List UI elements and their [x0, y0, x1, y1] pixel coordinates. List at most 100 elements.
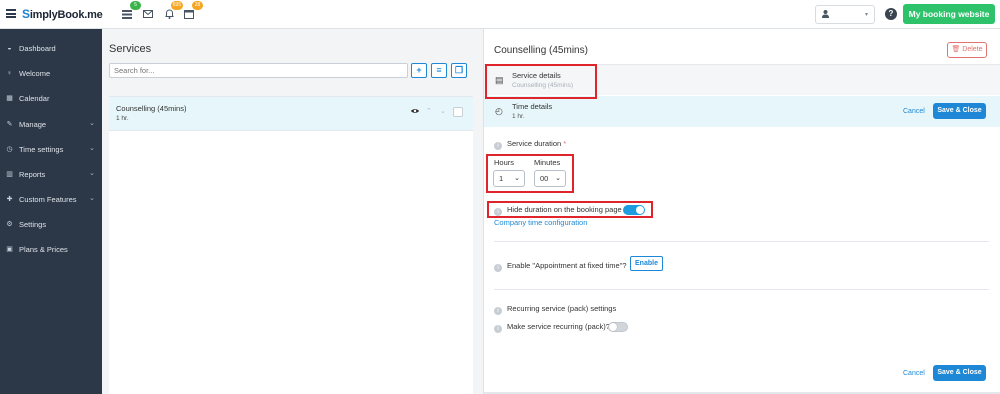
service-duration-text: Service duration — [507, 139, 562, 148]
company-time-configuration-link[interactable]: Company time configuration — [494, 218, 587, 227]
sidebar-item-time-settings[interactable]: ◷ Time settings ⌄ — [0, 142, 102, 156]
minutes-value: 00 — [540, 174, 549, 183]
minutes-select[interactable]: 00 ⌄ — [534, 170, 566, 187]
sidebar-item-welcome[interactable]: ♀ Welcome — [0, 66, 102, 80]
sidebar-item-calendar[interactable]: ▦ Calendar — [0, 91, 102, 105]
toggle-knob — [636, 206, 644, 214]
recurring-settings-label: i Recurring service (pack) settings — [494, 304, 616, 315]
time-details-section[interactable]: ◴ Time details 1 hr. Cancel Save & Close — [484, 96, 1000, 127]
cancel-link-bottom[interactable]: Cancel — [903, 370, 925, 377]
cogs-icon: ⚙ — [6, 221, 13, 228]
recurring-text: Make service recurring (pack)? — [507, 322, 610, 331]
money-icon: ▣ — [6, 246, 13, 253]
sidebar-item-reports[interactable]: ▥ Reports ⌄ — [0, 167, 102, 181]
sidebar-item-label: Calendar — [19, 93, 50, 103]
list-view-button[interactable]: ≡ — [431, 63, 447, 78]
service-duration-label: i Service duration * — [494, 139, 566, 150]
info-icon: i — [494, 325, 502, 333]
sidebar-item-label: Settings — [19, 219, 47, 229]
hide-duration-toggle[interactable] — [623, 205, 645, 215]
clock-icon: ◴ — [495, 106, 503, 116]
services-title: Services — [109, 43, 152, 55]
time-details-label: Time details — [512, 102, 553, 111]
time-details-sub: 1 hr. — [512, 113, 525, 120]
info-icon: i — [494, 208, 502, 216]
sidebar-item-manage[interactable]: ✎ Manage ⌄ — [0, 117, 102, 131]
toggle-knob — [609, 323, 617, 331]
dashboard-icon: ◒ — [7, 44, 12, 52]
pencil-icon: ✎ — [6, 121, 13, 128]
logo[interactable]: SimplyBook.me — [22, 7, 103, 21]
hide-duration-text: Hide duration on the booking page — [507, 205, 622, 214]
chevron-up-icon[interactable]: ⌃ — [426, 107, 432, 115]
envelope-icon[interactable] — [141, 7, 155, 21]
details-panel: Counselling (45mins) 🗑 Delete ▤ Service … — [483, 29, 1000, 394]
sidebar-item-label: Plans & Prices — [19, 244, 68, 254]
chevron-down-icon[interactable]: ⌄ — [440, 107, 446, 115]
sidebar: ◒ Dashboard ♀ Welcome ▦ Calendar ✎ Manag… — [0, 29, 102, 394]
services-list-area — [109, 131, 473, 394]
info-icon: i — [494, 142, 502, 150]
lightbulb-icon: ♀ — [6, 69, 13, 77]
hide-duration-label: i Hide duration on the booking page — [494, 205, 622, 216]
fixed-time-text: Enable "Appointment at fixed time"? — [507, 261, 627, 270]
hours-label: Hours — [494, 158, 515, 167]
sidebar-item-label: Dashboard — [19, 43, 56, 53]
my-booking-website-button[interactable]: My booking website — [903, 4, 995, 24]
puzzle-icon: ✚ — [6, 196, 13, 203]
row-checkbox[interactable] — [453, 107, 463, 117]
service-details-section[interactable]: ▤ Service details Counselling (45mins) — [484, 64, 1000, 95]
enable-fixed-time-button[interactable]: Enable — [630, 256, 663, 271]
search-input[interactable] — [109, 63, 408, 78]
service-row[interactable]: Counselling (45mins) 1 hr. ⌃ ⌄ — [109, 96, 473, 131]
help-icon[interactable]: ? — [885, 8, 897, 20]
delete-button[interactable]: 🗑 Delete — [947, 42, 987, 58]
chevron-down-icon: ⌄ — [89, 195, 95, 202]
eye-icon[interactable] — [411, 108, 419, 116]
list-badge: 5 — [130, 1, 141, 10]
bell-icon[interactable]: 695 — [162, 1, 183, 21]
copy-button[interactable]: ❐ — [451, 63, 467, 78]
chevron-down-icon: ⌄ — [514, 175, 520, 182]
menu-icon[interactable] — [6, 9, 16, 18]
calendar-icon: ▦ — [6, 95, 13, 102]
info-icon: i — [494, 307, 502, 315]
logo-suffix: .me — [84, 9, 103, 21]
recurring-settings-text: Recurring service (pack) settings — [507, 304, 617, 313]
info-icon: i — [494, 264, 502, 272]
sidebar-item-settings[interactable]: ⚙ Settings — [0, 217, 102, 231]
calendar-icon[interactable]: 28 — [182, 1, 203, 21]
chevron-down-icon: ▾ — [864, 12, 868, 18]
details-title: Counselling (45mins) — [494, 45, 588, 56]
document-icon: ▤ — [495, 75, 504, 85]
divider — [494, 241, 989, 242]
required-mark: * — [563, 139, 567, 148]
recurring-toggle[interactable] — [608, 322, 628, 332]
chevron-down-icon: ⌄ — [89, 120, 95, 127]
minutes-label: Minutes — [534, 158, 561, 167]
sidebar-item-label: Time settings — [19, 144, 64, 154]
hours-select[interactable]: 1 ⌄ — [493, 170, 525, 187]
chevron-down-icon: ⌄ — [555, 175, 561, 182]
sidebar-item-custom-features[interactable]: ✚ Custom Features ⌄ — [0, 192, 102, 206]
service-name: Counselling (45mins) — [116, 104, 187, 113]
top-bar: SimplyBook.me 5 695 28 ▾ ? My booking we… — [0, 0, 1000, 29]
clock-icon: ◷ — [6, 146, 13, 153]
service-duration: 1 hr. — [116, 115, 129, 122]
add-service-button[interactable]: + — [411, 63, 427, 78]
sidebar-item-label: Custom Features — [19, 194, 77, 204]
sidebar-item-label: Welcome — [19, 68, 51, 78]
list-icon[interactable]: 5 — [120, 1, 141, 21]
hours-value: 1 — [499, 174, 504, 183]
services-panel: Services + ≡ ❐ Counselling (45mins) 1 hr… — [102, 29, 483, 394]
save-close-button[interactable]: Save & Close — [933, 103, 986, 119]
calendar-badge: 28 — [192, 1, 203, 10]
save-close-button-bottom[interactable]: Save & Close — [933, 365, 986, 381]
sidebar-item-plans-prices[interactable]: ▣ Plans & Prices — [0, 242, 102, 256]
chevron-down-icon: ⌄ — [89, 170, 95, 177]
sidebar-item-dashboard[interactable]: ◒ Dashboard — [0, 41, 102, 55]
user-icon — [822, 9, 829, 20]
user-dropdown[interactable]: ▾ — [815, 5, 875, 24]
divider — [494, 289, 989, 290]
cancel-link[interactable]: Cancel — [903, 108, 925, 115]
